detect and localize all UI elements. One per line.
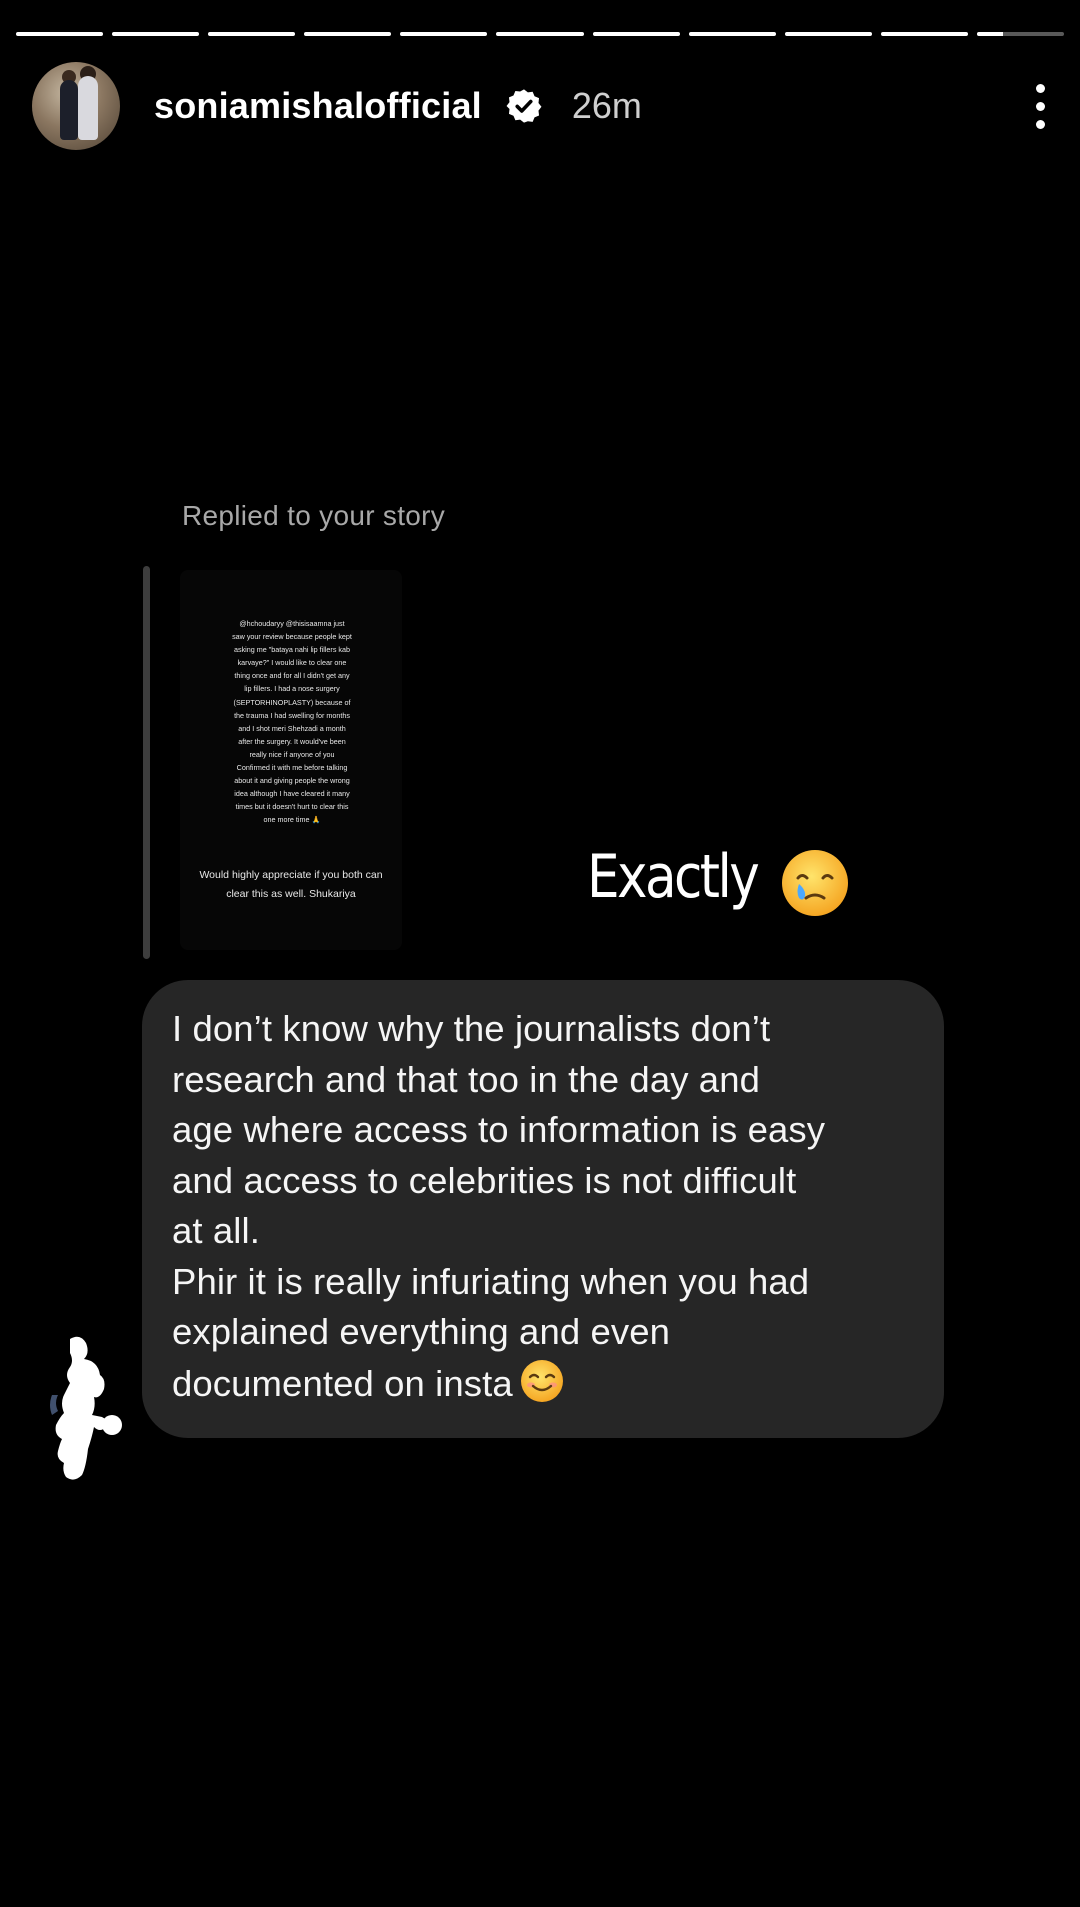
username[interactable]: soniamishalofficial <box>154 85 482 127</box>
message-text: I don’t know why the journalists don’t r… <box>172 1008 826 1404</box>
verified-badge-icon <box>506 89 542 123</box>
progress-segment <box>304 32 392 36</box>
progress-segment <box>688 32 776 36</box>
progress-segment <box>208 32 296 36</box>
smiling-face-icon <box>520 1359 563 1402</box>
progress-segment <box>400 32 488 36</box>
progress-segment <box>784 32 872 36</box>
story-thumbnail-text: @hchoudaryy @thisisaamna just saw your r… <box>232 619 352 825</box>
progress-segment <box>16 32 104 36</box>
progress-segment <box>496 32 584 36</box>
post-time: 26m <box>571 85 642 126</box>
progress-segment <box>592 32 680 36</box>
quote-bar <box>143 566 150 959</box>
more-options-icon[interactable] <box>1016 76 1064 136</box>
progress-segment <box>880 32 968 36</box>
progress-segment-current <box>976 32 1065 36</box>
replied-label: Replied to your story <box>182 500 446 531</box>
story-thumbnail-caption: Would highly appreciate if you both can … <box>199 869 383 900</box>
face-holding-back-tears-icon <box>782 850 848 916</box>
redacted-avatar <box>50 1336 122 1480</box>
story-header: soniamishalofficial 26m <box>32 62 1056 150</box>
progress-segment <box>112 32 200 36</box>
story-overlay-text: Exactly <box>587 842 760 912</box>
story-progress-bar <box>16 32 1065 36</box>
message-bubble[interactable]: I don’t know why the journalists don’t r… <box>142 980 944 1438</box>
avatar[interactable] <box>32 62 120 150</box>
